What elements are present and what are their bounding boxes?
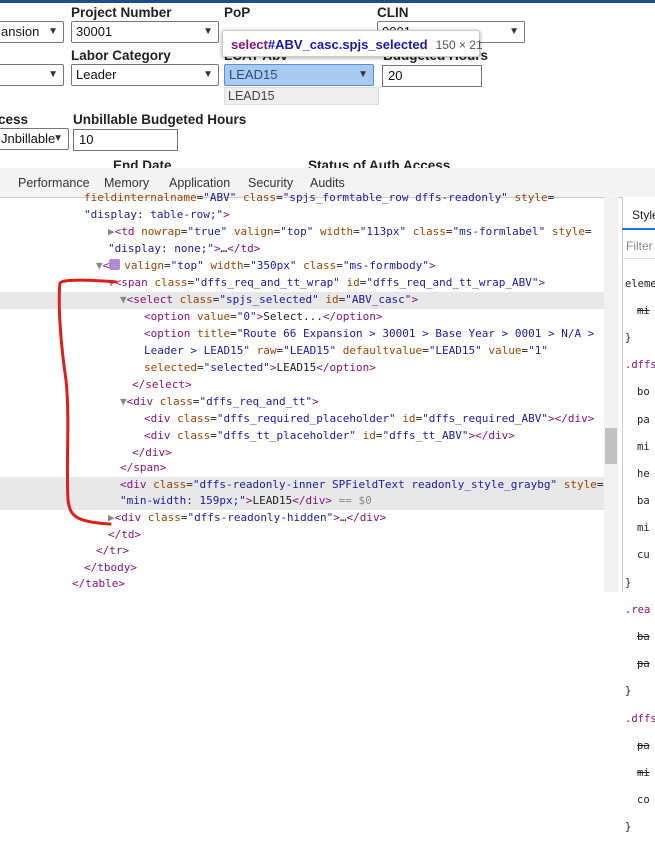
- red-annotation-bracket: [57, 278, 118, 526]
